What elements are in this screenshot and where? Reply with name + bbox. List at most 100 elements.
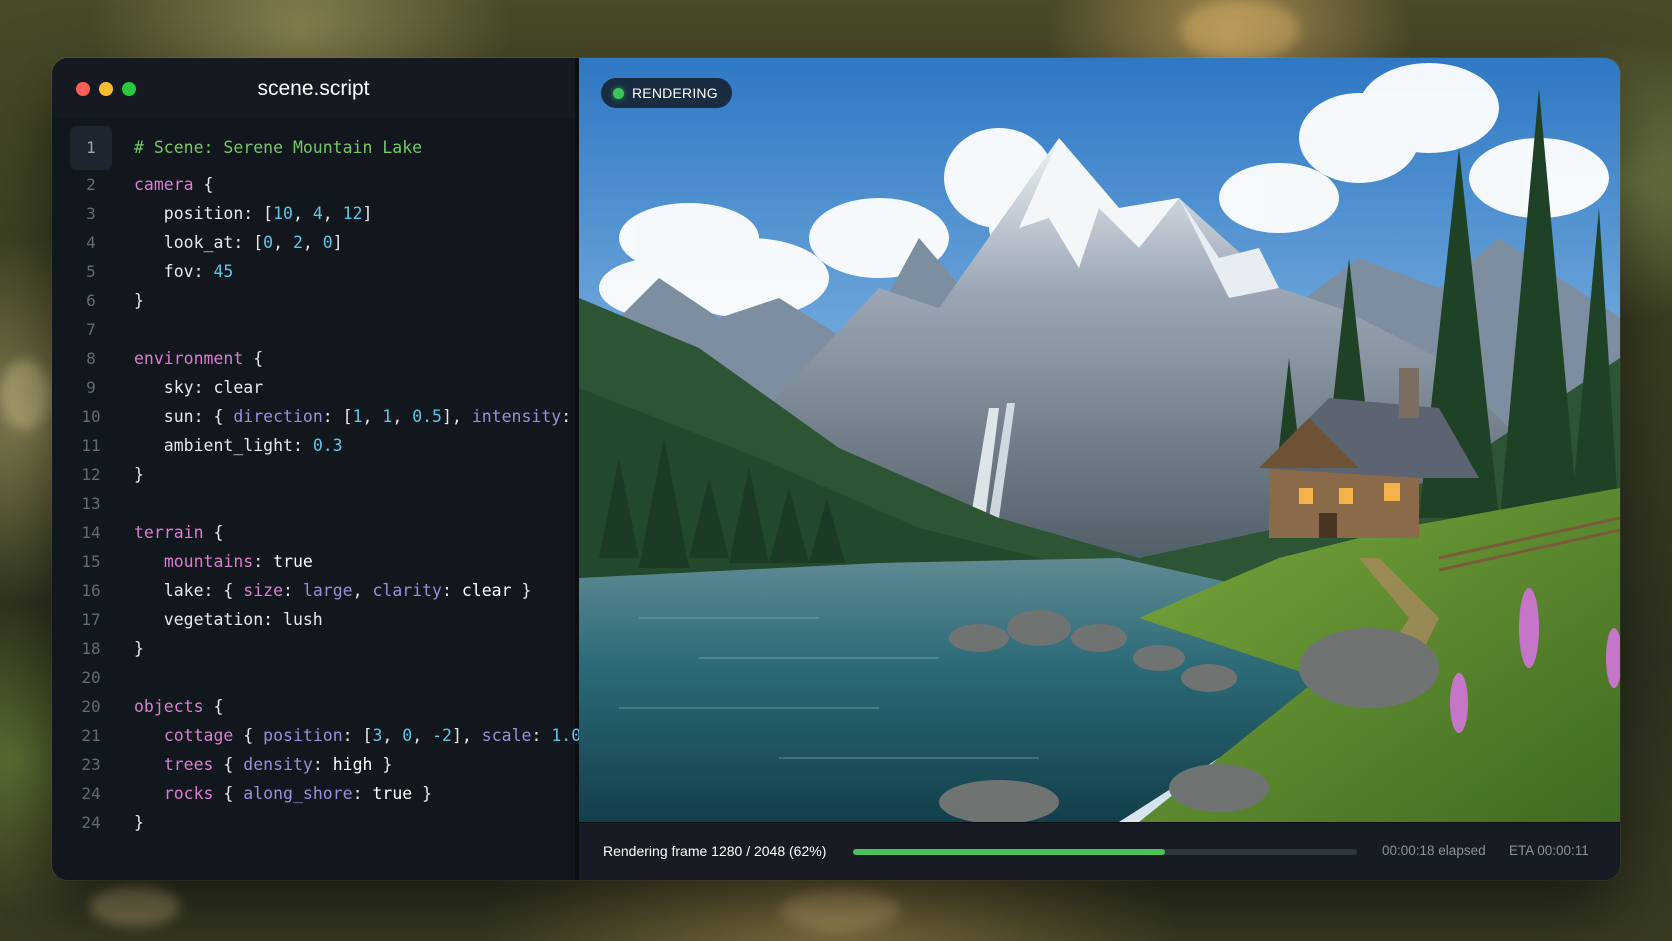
code-token: sun: {: [134, 407, 234, 426]
code-token: direction: [233, 407, 323, 426]
code-token: ,: [382, 726, 403, 745]
line-number: 20: [81, 697, 101, 716]
code-line: 20: [52, 663, 575, 692]
render-progress-bar: [853, 849, 1357, 855]
code-line: 11 ambient_light: 0.3: [52, 431, 575, 460]
code-token: true: [372, 784, 413, 803]
code-token: ,: [412, 726, 433, 745]
code-token: :: [442, 581, 462, 600]
code-token: }: [134, 291, 144, 310]
line-number: 21: [81, 726, 101, 745]
code-line: 1 # Scene: Serene Mountain Lake: [52, 126, 575, 170]
code-token: look_at: [: [134, 233, 264, 252]
code-token: : [: [322, 407, 353, 426]
rendering-status-badge: RENDERING: [601, 78, 732, 108]
code-token: 1: [382, 407, 393, 426]
code-area[interactable]: 1 # Scene: Serene Mountain Lake 2 camera {3…: [52, 118, 631, 880]
line-number: 24: [81, 784, 101, 803]
code-token: }: [511, 581, 532, 600]
code-token: along_shore: [243, 784, 353, 803]
code-line: 12}: [52, 460, 575, 489]
line-code: objects {: [134, 692, 223, 721]
status-dot-icon: [613, 87, 624, 99]
line-number: 2: [86, 175, 96, 194]
code-token: camera: [134, 175, 194, 194]
code-token: 1: [352, 407, 363, 426]
code-lines: 1 # Scene: Serene Mountain Lake 2 camera {3…: [52, 126, 631, 837]
line-code: trees { density: high }: [134, 750, 393, 779]
line-number: 14: [81, 523, 101, 542]
code-token: # Scene: Serene Mountain Lake: [134, 138, 423, 157]
code-token: 0: [322, 233, 333, 252]
code-token: ],: [442, 407, 472, 426]
line-number: 5: [86, 262, 96, 281]
line-code: mountains: true: [134, 547, 313, 576]
code-token: ,: [302, 233, 323, 252]
code-token: {: [203, 523, 224, 542]
code-line: 4 look_at: [0, 2, 0]: [52, 228, 575, 257]
code-line: 17 vegetation: lush: [52, 605, 575, 634]
line-code: look_at: [0, 2, 0]: [134, 228, 343, 257]
code-token: }: [134, 639, 144, 658]
code-token: environment: [134, 349, 244, 368]
badge-label: RENDERING: [632, 85, 718, 101]
render-progress-fill: [853, 849, 1166, 855]
code-line: 24 rocks { along_shore: true }: [52, 779, 575, 808]
code-token: sky: clear: [134, 378, 264, 397]
line-number: 15: [81, 552, 101, 571]
code-token: 2: [292, 233, 303, 252]
code-token: 0.5: [412, 407, 442, 426]
code-token: {: [193, 175, 214, 194]
line-code: terrain {: [134, 518, 223, 547]
code-token: 10: [273, 204, 293, 223]
code-line: 6}: [52, 286, 575, 315]
code-token: 0: [263, 233, 274, 252]
code-token: rocks: [163, 784, 214, 803]
code-token: ,: [322, 204, 343, 223]
code-token: position: [: [134, 204, 274, 223]
editor-titlebar: scene.script: [52, 58, 575, 118]
code-line: 18}: [52, 634, 575, 663]
line-number: 18: [81, 639, 101, 658]
bokeh-light: [0, 360, 50, 430]
code-token: :: [352, 784, 373, 803]
render-frame-status: Rendering frame 1280 / 2048 (62%): [603, 843, 827, 859]
code-token: scale: [481, 726, 532, 745]
code-token: 3: [372, 726, 383, 745]
code-token: 45: [213, 262, 234, 281]
code-token: :: [253, 552, 274, 571]
line-number: 16: [81, 581, 101, 600]
code-token: ]: [362, 204, 373, 223]
code-token: density: [243, 755, 313, 774]
line-code: }: [134, 286, 144, 315]
code-token: lake: {: [134, 581, 244, 600]
line-code: environment {: [134, 344, 263, 373]
bokeh-light: [90, 886, 180, 926]
code-token: :: [312, 755, 333, 774]
code-token: {: [243, 349, 264, 368]
code-token: {: [203, 697, 224, 716]
code-line: 15 mountains: true: [52, 547, 575, 576]
code-token: position: [263, 726, 343, 745]
code-line: 5 fov: 45: [52, 257, 575, 286]
line-number: 1: [70, 126, 112, 170]
code-token: 0.3: [312, 436, 343, 455]
code-token: ,: [292, 204, 313, 223]
line-number: 9: [86, 378, 96, 397]
line-number: 20: [81, 668, 101, 687]
code-token: ,: [392, 407, 413, 426]
code-line: 13: [52, 489, 575, 518]
code-token: 12: [342, 204, 363, 223]
code-line: 2 camera {: [52, 170, 575, 199]
eta-time: ETA 00:00:11: [1509, 843, 1589, 858]
code-line: 16 lake: { size: large, clarity: clear }: [52, 576, 575, 605]
code-token: {: [233, 726, 264, 745]
mountain-lake-render: [579, 58, 1620, 822]
line-code: rocks { along_shore: true }: [134, 779, 432, 808]
code-token: size: [243, 581, 284, 600]
code-token: clarity: [372, 581, 442, 600]
code-token: clear: [461, 581, 512, 600]
